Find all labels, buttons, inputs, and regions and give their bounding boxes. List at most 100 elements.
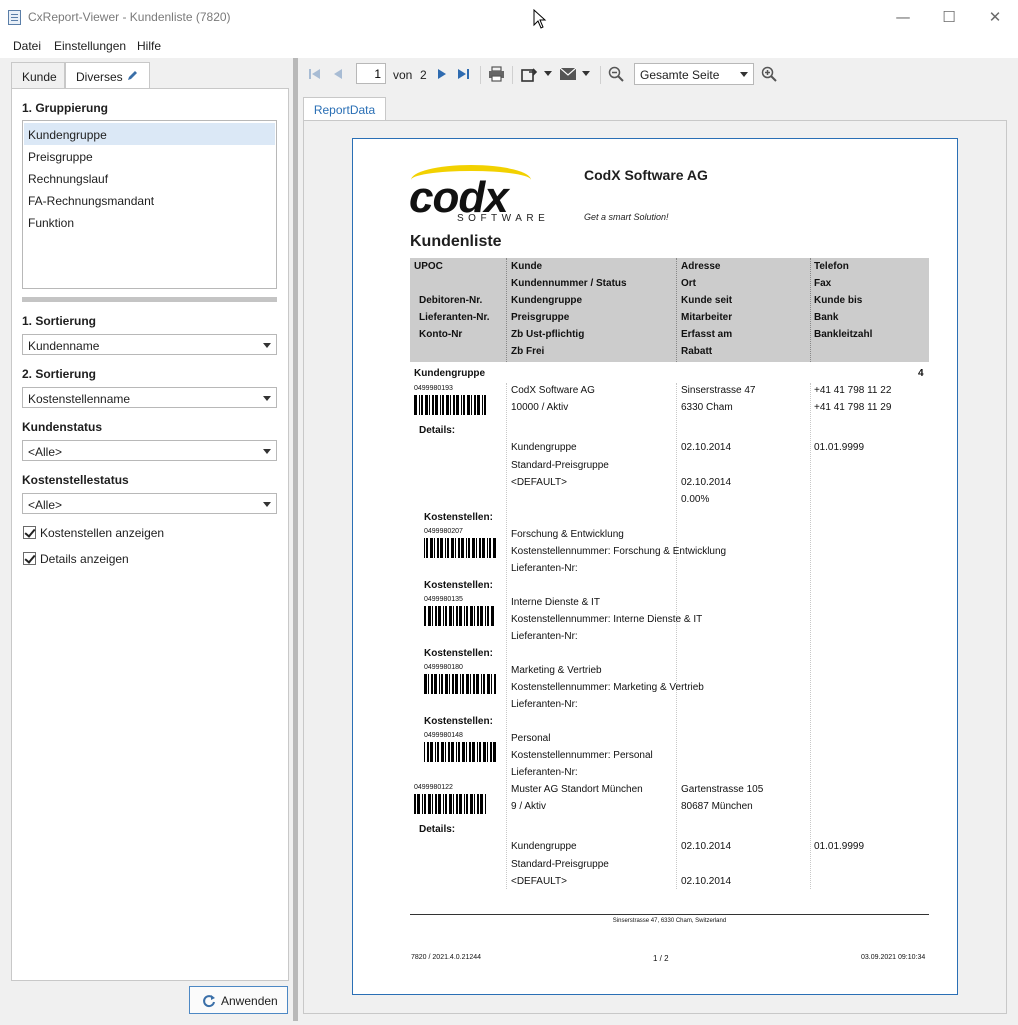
toolbar-separator: [600, 66, 601, 84]
cost-center-code: 0499980207: [424, 528, 463, 535]
panel-splitter[interactable]: [293, 58, 298, 1021]
zoom-select[interactable]: Gesamte Seite: [634, 63, 754, 85]
report-header-table: [410, 258, 929, 362]
header-adresse: Adresse: [681, 261, 721, 272]
details-checkbox[interactable]: [23, 552, 36, 565]
customer-number-status: 10000 / Aktiv: [511, 402, 569, 413]
sort2-value: Kostenstellenname: [28, 392, 131, 406]
kostenstellen-checkbox-label[interactable]: Kostenstellen anzeigen: [40, 526, 164, 540]
customer-number-status: 9 / Aktiv: [511, 801, 547, 812]
sort1-label: 1. Sortierung: [22, 314, 97, 328]
tab-kunde[interactable]: Kunde: [11, 62, 65, 89]
mail-icon[interactable]: [560, 68, 576, 80]
cost-center-name: Personal: [511, 733, 551, 744]
cost-center-number: Kostenstellennummer: Personal: [511, 750, 653, 761]
chevron-down-icon[interactable]: [544, 71, 553, 77]
detail-kunde-bis: 01.01.9999: [814, 841, 865, 852]
toolbar-separator: [512, 66, 513, 84]
list-item[interactable]: Preisgruppe: [24, 145, 275, 167]
report-title: Kundenliste: [410, 233, 502, 250]
tab-diverses[interactable]: Diverses: [65, 62, 150, 89]
first-page-icon[interactable]: [308, 67, 322, 81]
chevron-down-icon[interactable]: [582, 71, 591, 77]
footer-date: 03.09.2021 09:10:34: [861, 954, 926, 961]
detail-default: <DEFAULT>: [511, 876, 567, 887]
customer-name: CodX Software AG: [511, 385, 595, 396]
kostenstellestatus-label: Kostenstellestatus: [22, 473, 129, 487]
customer-city: 80687 München: [681, 801, 753, 812]
header-mitarbeiter: Mitarbeiter: [681, 312, 733, 323]
column-divider: [506, 258, 507, 362]
menu-einstellungen[interactable]: Einstellungen: [54, 39, 126, 53]
last-page-icon[interactable]: [456, 67, 472, 81]
kundenstatus-select[interactable]: <Alle>: [22, 440, 277, 461]
previous-page-icon[interactable]: [331, 67, 345, 81]
header-ort: Ort: [681, 278, 696, 289]
customer-street: Gartenstrasse 105: [681, 784, 764, 795]
list-item[interactable]: Kundengruppe: [24, 123, 275, 145]
customer-code: 0499980122: [414, 784, 453, 791]
refresh-icon: [203, 995, 215, 1008]
list-item[interactable]: Rechnungslauf: [24, 167, 275, 189]
pencil-icon: [128, 71, 137, 80]
header-zb-frei: Zb Frei: [511, 346, 545, 357]
group-label: Kundengruppe: [414, 368, 486, 379]
page-number-input[interactable]: [356, 63, 386, 84]
kostenstellen-checkbox[interactable]: [23, 526, 36, 539]
zoom-value: Gesamte Seite: [640, 68, 720, 82]
customer-code: 0499980193: [414, 385, 453, 392]
total-pages: 2: [420, 68, 427, 82]
header-upoc: UPOC: [414, 261, 443, 272]
customer-fax: +41 41 798 11 29: [814, 402, 892, 413]
list-item[interactable]: FA-Rechnungsmandant: [24, 189, 275, 211]
detail-kunde-seit: 02.10.2014: [681, 841, 732, 852]
maximize-button[interactable]: ☐: [926, 0, 972, 34]
menu-hilfe[interactable]: Hilfe: [137, 39, 161, 53]
header-konto: Konto-Nr: [419, 329, 463, 340]
barcode: [424, 606, 494, 626]
detail-kundengruppe: Kundengruppe: [511, 442, 577, 453]
details-checkbox-label[interactable]: Details anzeigen: [40, 552, 129, 566]
cost-center-name: Interne Dienste & IT: [511, 597, 600, 608]
section-divider: [22, 297, 277, 302]
header-fax: Fax: [814, 278, 832, 289]
kostenstellestatus-select[interactable]: <Alle>: [22, 493, 277, 514]
column-divider: [810, 258, 811, 362]
header-rabatt: Rabatt: [681, 346, 713, 357]
zoom-in-icon[interactable]: [761, 66, 777, 82]
customer-phone: +41 41 798 11 22: [814, 385, 892, 396]
barcode: [424, 538, 496, 558]
menu-datei[interactable]: Datei: [13, 39, 41, 53]
details-label: Details:: [419, 824, 456, 835]
list-item[interactable]: Funktion: [24, 211, 275, 233]
detail-kunde-seit: 02.10.2014: [681, 442, 732, 453]
tab-reportdata[interactable]: ReportData: [303, 97, 386, 121]
print-icon[interactable]: [488, 66, 505, 82]
cost-center-label: Kostenstellen:: [424, 648, 493, 659]
report-page: codx SOFTWARE CodX Software AG Get a sma…: [352, 138, 958, 995]
apply-button[interactable]: Anwenden: [189, 986, 288, 1014]
cost-center-number: Kostenstellennummer: Marketing & Vertrie…: [511, 682, 704, 693]
next-page-icon[interactable]: [435, 67, 449, 81]
header-kunde: Kunde: [511, 261, 543, 272]
app-document-icon: [8, 10, 21, 25]
apply-button-label: Anwenden: [221, 994, 278, 1008]
footer-page: 1 / 2: [653, 954, 669, 963]
chevron-down-icon: [263, 396, 271, 401]
chevron-down-icon: [740, 72, 748, 77]
footer-rule: [410, 914, 929, 915]
cost-center-code: 0499980180: [424, 664, 463, 671]
export-icon[interactable]: [521, 66, 538, 82]
sort1-select[interactable]: Kundenname: [22, 334, 277, 355]
minimize-button[interactable]: —: [880, 0, 926, 34]
sort2-select[interactable]: Kostenstellenname: [22, 387, 277, 408]
sort1-value: Kundenname: [28, 339, 100, 353]
column-divider: [676, 383, 677, 889]
grouping-list[interactable]: Kundengruppe Preisgruppe Rechnungslauf F…: [22, 120, 277, 289]
cost-center-number: Kostenstellennummer: Forschung & Entwick…: [511, 546, 727, 557]
header-kunde-bis: Kunde bis: [814, 295, 863, 306]
header-bankleitzahl: Bankleitzahl: [814, 329, 873, 340]
zoom-out-icon[interactable]: [608, 66, 624, 82]
close-button[interactable]: ✕: [972, 0, 1018, 34]
detail-erfasst: 02.10.2014: [681, 876, 732, 887]
